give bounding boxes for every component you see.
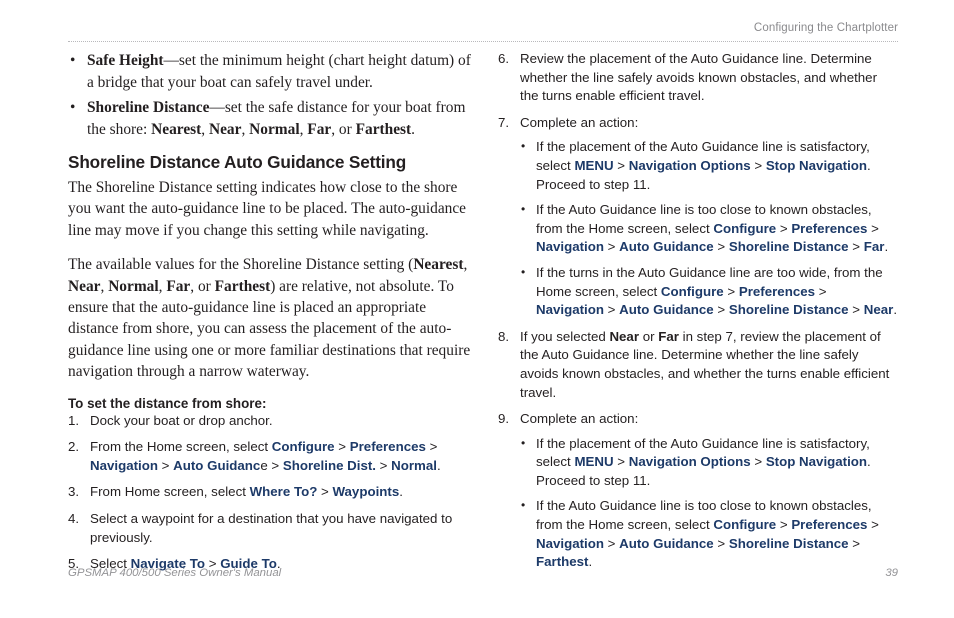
left-column: • Safe Height—set the minimum height (cha… bbox=[68, 50, 474, 582]
step-option: • If the placement of the Auto Guidance l… bbox=[521, 435, 871, 488]
ui-term: Normal bbox=[391, 457, 437, 473]
step-options-list: • If the placement of the Auto Guidance l… bbox=[520, 435, 898, 572]
bullet-icon: • bbox=[70, 99, 76, 116]
step-option: • If the turns in the Auto Guidance line … bbox=[521, 264, 898, 318]
ui-term: Waypoints bbox=[332, 484, 400, 500]
ui-term: Navigation Options bbox=[628, 454, 751, 470]
step-options-list: • If the placement of the Auto Guidance l… bbox=[520, 138, 898, 319]
ui-term: Configure bbox=[660, 283, 724, 299]
ui-term: Configure bbox=[271, 439, 335, 455]
step-text: Dock your boat or drop anchor. bbox=[90, 412, 273, 428]
step-text: Complete an action: bbox=[520, 411, 639, 427]
bullet-icon: • bbox=[70, 52, 76, 69]
header-divider bbox=[68, 41, 898, 43]
right-column: 6. Review the placement of the Auto Guida… bbox=[498, 50, 898, 580]
ui-term: Auto Guidance bbox=[619, 535, 714, 551]
step-number: 4. bbox=[68, 511, 80, 527]
step-option: • If the Auto Guidance line is too close … bbox=[521, 498, 879, 570]
list-item: • Shoreline Distance—set the safe distanc… bbox=[70, 99, 466, 138]
paragraph: The available values for the Shoreline D… bbox=[68, 256, 471, 381]
ui-term: Preferences bbox=[791, 220, 868, 236]
page-title: Shoreline Distance Auto Guidance Setting bbox=[68, 152, 407, 172]
step-number: 9. bbox=[498, 411, 510, 427]
procedure-step: 3. From Home screen, select Where To? > W… bbox=[68, 483, 474, 502]
ui-term: MENU bbox=[574, 454, 614, 470]
ui-term: Preferences bbox=[738, 283, 815, 299]
ui-term: Shoreline Distance bbox=[728, 239, 849, 255]
step-number: 7. bbox=[498, 114, 510, 130]
step-number: 3. bbox=[68, 484, 80, 500]
procedure-step: 9. Complete an action: • If the placement o… bbox=[498, 410, 898, 572]
step-number: 6. bbox=[498, 51, 510, 66]
ui-term: Preferences bbox=[349, 439, 426, 455]
ui-term: Preferences bbox=[791, 517, 868, 533]
step-text: Complete an action: bbox=[520, 114, 639, 130]
ui-term: Auto Guidance bbox=[619, 302, 714, 318]
procedure-subheading: To set the distance from shore: bbox=[68, 395, 267, 411]
ui-term: Navigation bbox=[90, 457, 158, 473]
bullet-icon: • bbox=[521, 498, 526, 513]
bullet-icon: • bbox=[521, 264, 526, 279]
procedure-steps-left: 1. Dock your boat or drop anchor. 2. From t… bbox=[68, 412, 474, 574]
ui-term: Navigation bbox=[536, 535, 604, 551]
ui-term: Navigation Options bbox=[628, 157, 751, 173]
ui-term: Navigation bbox=[536, 239, 604, 255]
procedure-steps-right: 6. Review the placement of the Auto Guida… bbox=[498, 50, 898, 572]
step-number: 8. bbox=[498, 328, 510, 344]
ui-term: Navigation bbox=[536, 302, 604, 318]
procedure-step: 1. Dock your boat or drop anchor. bbox=[68, 412, 474, 431]
procedure-step: 8. If you selected Near or Far in step 7,… bbox=[498, 328, 898, 402]
page-footer: GPSMAP 400/500 Series Owner's Manual 39 bbox=[68, 567, 898, 583]
step-number: 1. bbox=[68, 412, 80, 428]
ui-term: Near bbox=[863, 302, 894, 318]
manual-title: GPSMAP 400/500 Series Owner's Manual bbox=[68, 567, 282, 579]
ui-term: Stop Navigation bbox=[765, 454, 868, 470]
step-option: • If the Auto Guidance line is too close … bbox=[521, 202, 889, 255]
ui-term: Far bbox=[863, 239, 885, 255]
ui-term: MENU bbox=[574, 157, 614, 173]
step-text: Review the placement of the Auto Guidanc… bbox=[520, 51, 878, 104]
procedure-step: 6. Review the placement of the Auto Guida… bbox=[498, 50, 898, 106]
paragraph: The Shoreline Distance setting indicates… bbox=[68, 179, 467, 239]
bullet-icon: • bbox=[521, 202, 526, 217]
step-text: If you selected Near or Far in step 7, r… bbox=[520, 328, 890, 400]
settings-bullet-list: • Safe Height—set the minimum height (cha… bbox=[68, 50, 474, 140]
ui-term: Auto Guidance bbox=[619, 239, 714, 255]
ui-term: Configure bbox=[713, 517, 777, 533]
ui-term: Shoreline Distance bbox=[728, 535, 849, 551]
procedure-step: 2. From the Home screen, select Configure… bbox=[68, 438, 474, 475]
bullet-icon: • bbox=[521, 139, 526, 154]
step-text: From Home screen, select Where To? > Way… bbox=[90, 484, 403, 500]
ui-term: Auto Guidanc bbox=[173, 457, 261, 473]
manual-page: Configuring the Chartplotter • Safe Heigh… bbox=[0, 0, 954, 618]
ui-term: Configure bbox=[713, 220, 777, 236]
step-number: 2. bbox=[68, 439, 80, 455]
step-text: From the Home screen, select Configure >… bbox=[90, 439, 441, 473]
step-option: • If the placement of the Auto Guidance l… bbox=[521, 139, 871, 192]
procedure-step: 4. Select a waypoint for a destination th… bbox=[68, 510, 474, 547]
bullet-icon: • bbox=[521, 435, 526, 450]
procedure-step: 7. Complete an action: • If the placement o… bbox=[498, 114, 898, 320]
ui-term: Shoreline Dist. bbox=[282, 457, 376, 473]
ui-term: Where To? bbox=[249, 484, 318, 500]
ui-term: Shoreline Distance bbox=[728, 302, 849, 318]
ui-term: Stop Navigation bbox=[765, 157, 868, 173]
intro-paragraphs: The Shoreline Distance setting indicates… bbox=[68, 177, 474, 383]
list-item: • Safe Height—set the minimum height (cha… bbox=[70, 52, 471, 91]
step-text: Select a waypoint for a destination that… bbox=[90, 511, 453, 545]
running-head: Configuring the Chartplotter bbox=[753, 22, 898, 34]
page-number: 39 bbox=[885, 567, 898, 579]
